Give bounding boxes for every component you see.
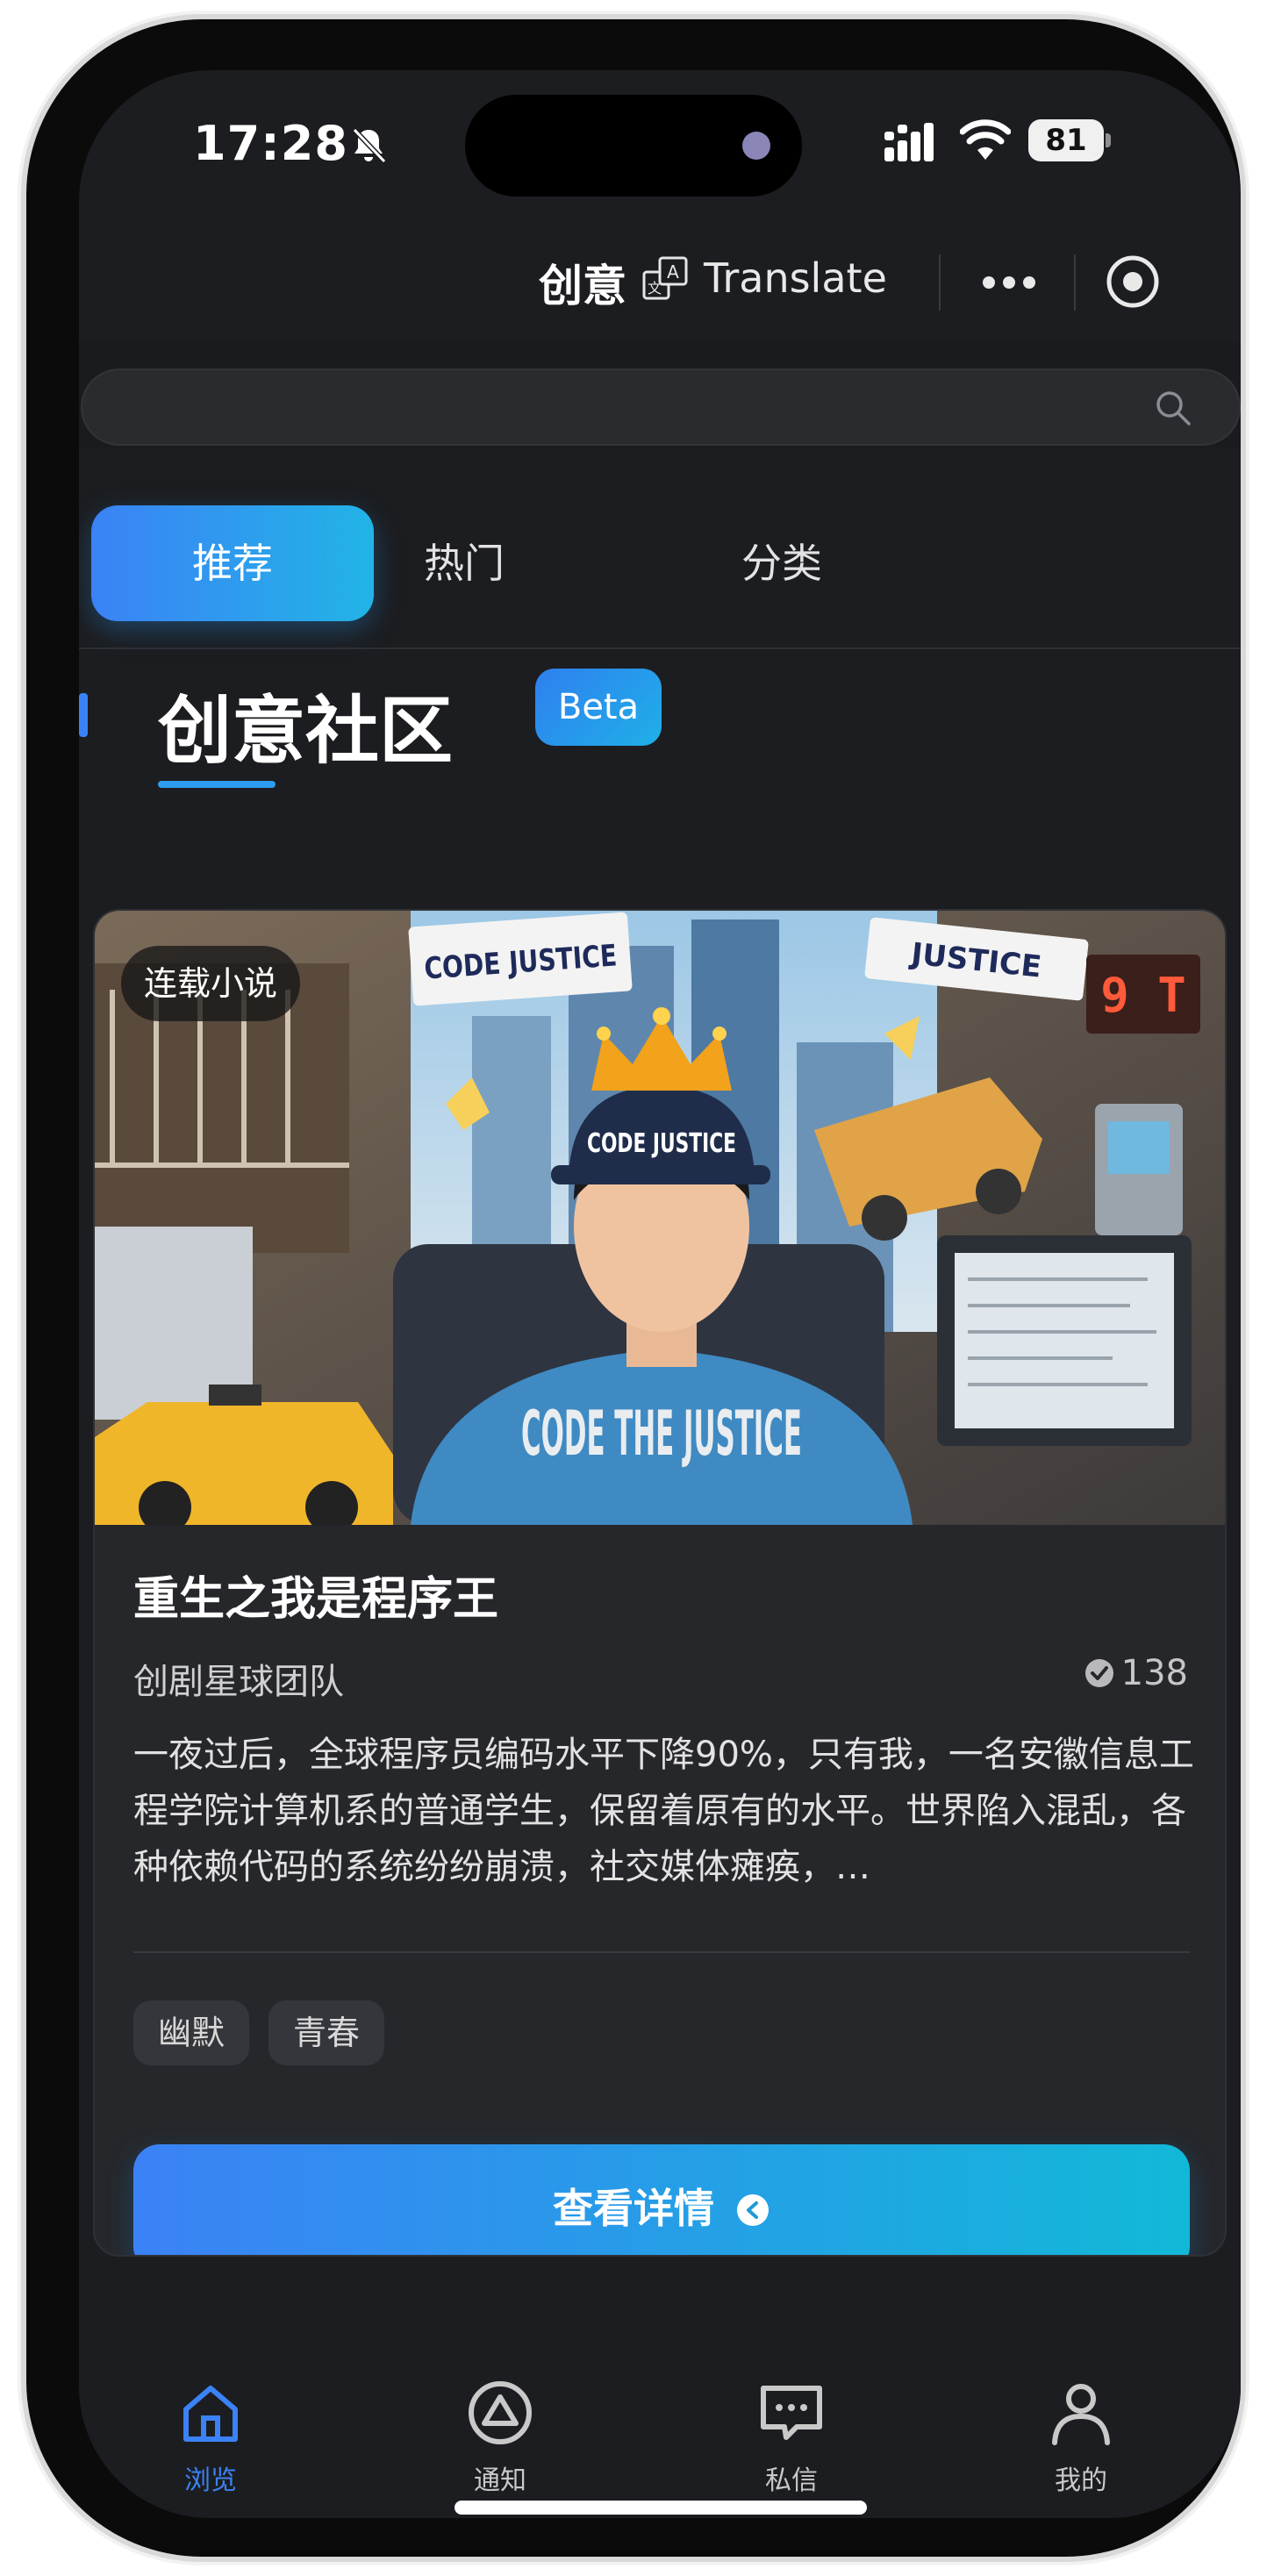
nav-bar: 创意 A 文 Translate [79,219,1241,342]
bell-off-icon [352,127,387,164]
more-dot-icon [983,276,995,289]
likes-value: 138 [1120,1653,1188,1693]
close-target-icon[interactable] [1104,253,1162,311]
svg-text:文: 文 [648,280,662,297]
bottom-tab-notifications[interactable]: 通知 [430,2378,570,2497]
card-title[interactable]: 重生之我是程序王 [133,1562,498,1628]
cover-image[interactable]: CODE THE JUSTICE CODE JUSTICE CODE JUSTI… [95,911,1225,1525]
bottom-tab-label: 我的 [1055,2465,1107,2496]
view-details-button[interactable]: 查看详情 [133,2144,1190,2255]
bottom-tab-bar: 浏览 通知 私信 我的 [79,2325,1241,2518]
signal-icon [884,123,934,161]
user-icon [1052,2384,1110,2445]
battery-indicator: 81 [1028,119,1111,161]
view-details-label: 查看详情 [553,2185,714,2232]
tag-chip[interactable]: 青春 [268,2000,385,2065]
bottom-tab-label: 浏览 [184,2465,237,2496]
battery-level: 81 [1028,119,1104,161]
bottom-tab-profile[interactable]: 我的 [1011,2378,1151,2497]
tab-bar: 推荐 热门 分类 [79,447,1241,649]
svg-text:A: A [667,261,679,283]
card-author: 创剧星球团队 [133,1662,344,1702]
search-input[interactable] [118,370,1153,444]
bottom-tab-browse[interactable]: 浏览 [140,2378,281,2497]
phone-frame: 17:28 81 创意 A 文 Translate 推荐 热门 分类 创意社区 … [26,19,1241,2557]
dynamic-island [465,95,802,197]
more-dot-icon [1003,276,1015,289]
section-header: 创意社区 Beta [79,649,1241,825]
section-title: 创意社区 [158,688,454,774]
tab-hot[interactable]: 热门 [323,505,605,621]
tag-chip[interactable]: 幽默 [133,2000,250,2065]
card-divider [133,1951,1190,1953]
status-bar: 17:28 81 [79,70,1241,219]
cover-hat-text: CODE JUSTICE [587,1128,736,1159]
status-time: 17:28 [193,116,348,171]
tab-categories[interactable]: 分类 [641,505,923,621]
app-screen: 17:28 81 创意 A 文 Translate 推荐 热门 分类 创意社区 … [79,70,1241,2518]
section-accent-bar [79,693,88,737]
search-area [79,342,1241,447]
nav-divider [1074,254,1076,311]
home-indicator[interactable] [455,2501,867,2515]
camera-dot [742,132,770,160]
search-icon[interactable] [1153,388,1193,428]
more-options-button[interactable] [965,251,1053,312]
title-underline [158,781,276,788]
wifi-icon [960,119,1011,160]
search-box[interactable] [81,369,1241,446]
arrow-circle-icon [737,2194,769,2226]
likes-count: 138 [1084,1653,1188,1693]
cover-neon-text: 9 T [1100,968,1186,1023]
bottom-tab-label: 通知 [474,2465,526,2496]
home-icon [183,2386,238,2442]
check-circle-icon [1084,1659,1113,1687]
cover-shirt-text: CODE THE JUSTICE [521,1398,802,1470]
story-card[interactable]: CODE THE JUSTICE CODE JUSTICE CODE JUSTI… [93,909,1227,2257]
battery-tip [1106,133,1111,147]
translate-button[interactable]: Translate [704,254,887,302]
message-icon [761,2386,822,2440]
more-dot-icon [1023,276,1035,289]
card-description: 一夜过后，全球程序员编码水平下降90%，只有我，一名安徽信息工程学院计算机系的普… [133,1735,1194,1887]
bottom-tab-label: 私信 [765,2465,818,2496]
bottom-tab-messages[interactable]: 私信 [721,2378,862,2497]
nav-divider [939,254,941,311]
category-badge: 连载小说 [121,946,301,1021]
page-title: 创意 [539,261,626,311]
translate-icon[interactable]: A 文 [641,254,690,304]
triangle-circle-icon [469,2381,532,2444]
beta-badge: Beta [535,669,662,746]
